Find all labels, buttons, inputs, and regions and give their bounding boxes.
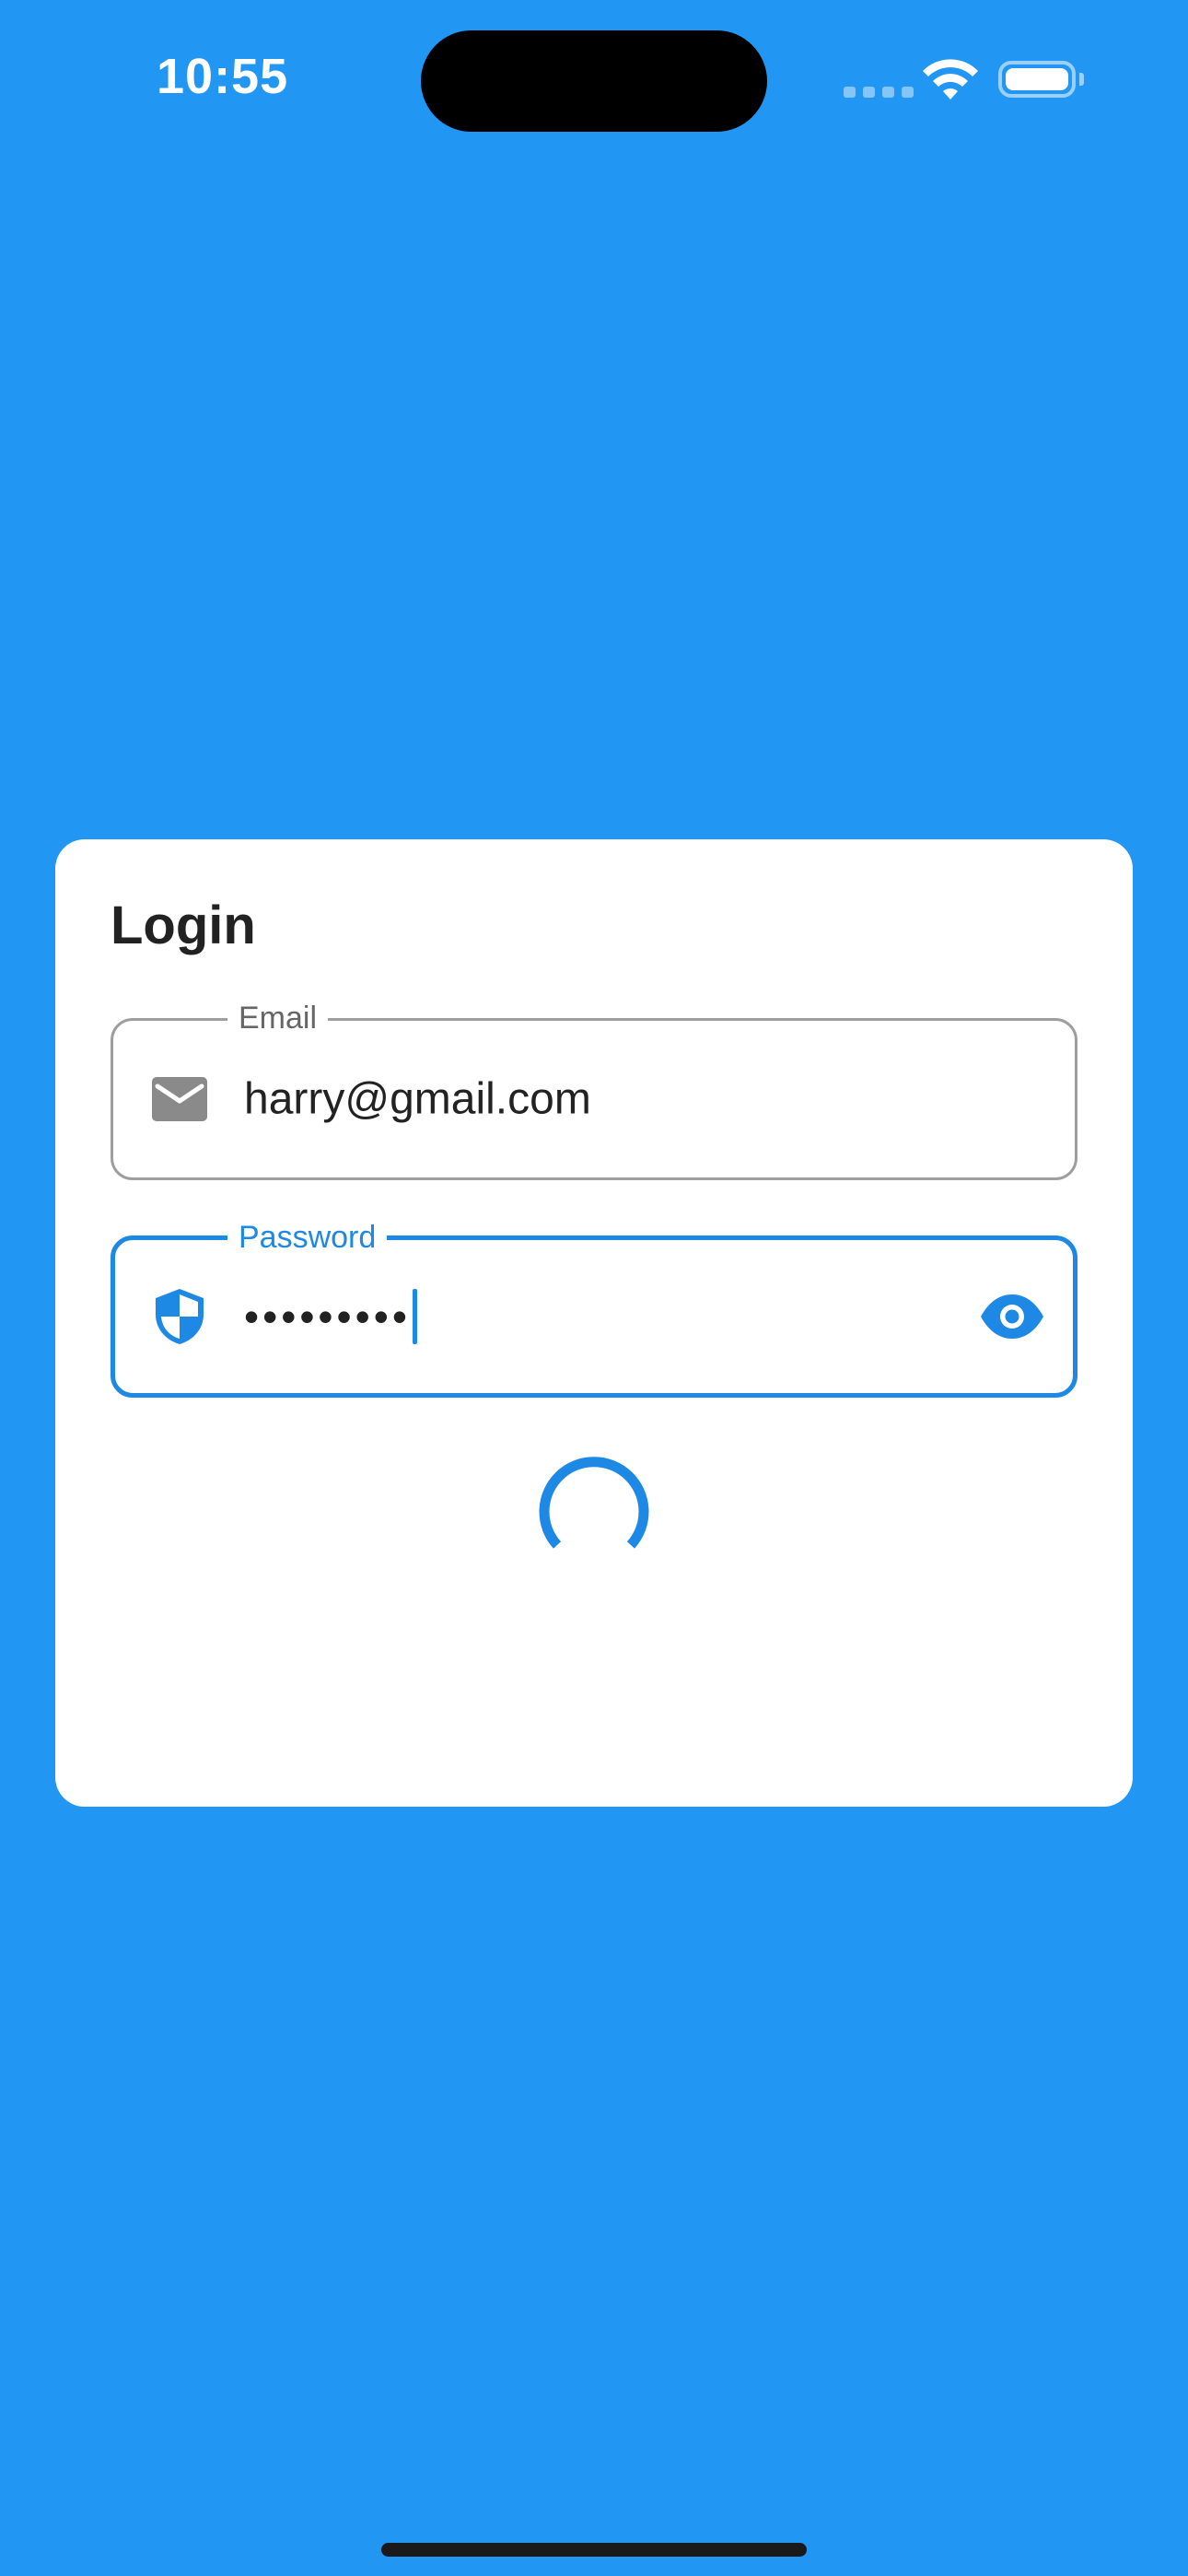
login-card: Login Email harry@gmail.com Password •••… — [55, 839, 1133, 1807]
mail-icon — [152, 1077, 207, 1121]
loading-spinner-icon — [539, 1457, 649, 1549]
status-time: 10:55 — [157, 49, 289, 104]
email-field[interactable]: Email harry@gmail.com — [111, 999, 1077, 1180]
text-cursor — [412, 1289, 417, 1344]
email-label: Email — [227, 999, 329, 1037]
cellular-signal-icon — [844, 87, 914, 98]
battery-icon — [998, 61, 1076, 98]
wifi-icon — [923, 59, 978, 100]
login-screen: 10:55 Login Email harry@gmail.com Passwo… — [0, 0, 1188, 2576]
login-title: Login — [111, 896, 256, 955]
dynamic-island — [421, 30, 767, 132]
shield-icon — [156, 1289, 204, 1344]
password-label: Password — [227, 1218, 388, 1257]
eye-icon[interactable] — [979, 1283, 1045, 1350]
password-field[interactable]: Password ••••••••• — [111, 1218, 1077, 1398]
password-input[interactable]: ••••••••• — [244, 1289, 417, 1344]
password-masked-text: ••••••••• — [244, 1293, 411, 1341]
home-indicator — [381, 2543, 807, 2557]
email-input[interactable]: harry@gmail.com — [244, 1074, 591, 1125]
